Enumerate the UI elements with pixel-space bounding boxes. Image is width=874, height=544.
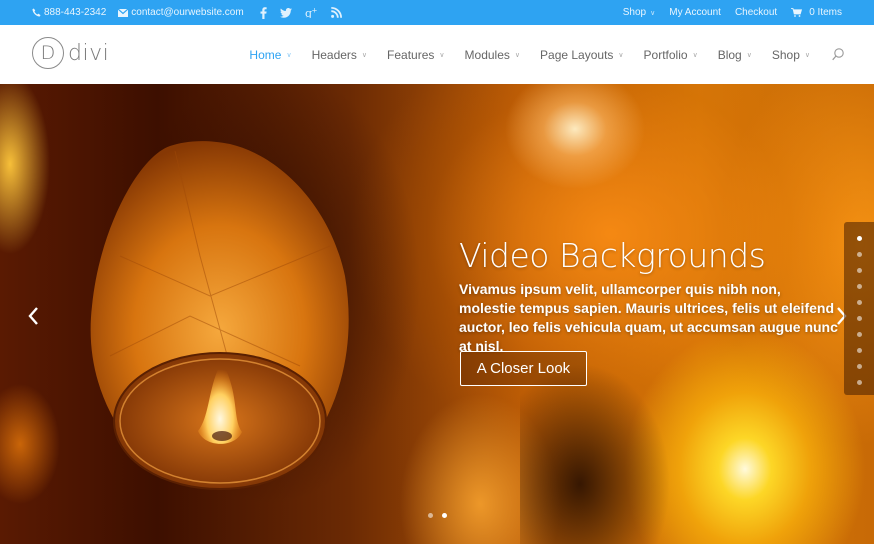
chevron-down-icon: ∨ xyxy=(618,51,624,59)
chevron-down-icon: ∨ xyxy=(692,51,698,59)
hero-slider: Video Backgrounds Vivamus ipsum velit, u… xyxy=(0,84,874,544)
phone-contact[interactable]: 888-443-2342 xyxy=(32,7,106,18)
previous-slide-arrow[interactable] xyxy=(27,306,41,326)
chevron-down-icon: ∨ xyxy=(650,9,656,17)
nav-item-features[interactable]: Features ∨ xyxy=(387,48,444,62)
section-nav-dot[interactable] xyxy=(857,284,862,289)
section-nav-dot[interactable] xyxy=(857,316,862,321)
svg-text:+: + xyxy=(311,7,317,15)
slide-bullet[interactable] xyxy=(428,513,433,518)
top-link-label: Checkout xyxy=(734,7,778,18)
section-nav-dot[interactable] xyxy=(857,300,862,305)
chevron-down-icon: ∨ xyxy=(361,51,368,59)
top-link-label: Shop xyxy=(622,7,647,18)
nav-label: Modules xyxy=(464,47,510,62)
logo-wordmark: divi xyxy=(68,40,110,66)
cart-link[interactable]: 0 Items xyxy=(791,7,842,18)
google-plus-icon[interactable]: g + xyxy=(305,7,318,18)
nav-item-blog[interactable]: Blog ∨ xyxy=(718,48,752,62)
nav-item-modules[interactable]: Modules ∨ xyxy=(465,48,520,62)
email-address: contact@ourwebsite.com xyxy=(131,7,244,18)
section-nav-dot[interactable] xyxy=(857,252,862,257)
search-icon[interactable] xyxy=(832,48,844,61)
facebook-icon[interactable] xyxy=(260,6,267,19)
nav-label: Page Layouts xyxy=(540,47,614,62)
site-logo[interactable]: D divi xyxy=(32,37,109,69)
slide-bullet[interactable] xyxy=(442,513,447,518)
chevron-down-icon: ∨ xyxy=(286,51,292,59)
slide-title: Video Backgrounds xyxy=(459,236,766,275)
top-bar: 888-443-2342 contact@ourwebsite.com g+ xyxy=(0,0,874,25)
twitter-icon[interactable] xyxy=(279,7,292,18)
closer-look-button[interactable]: A Closer Look xyxy=(460,351,587,386)
top-link-shop[interactable]: Shop ∨ xyxy=(623,7,655,18)
phone-number: 888-443-2342 xyxy=(44,7,107,18)
main-header: D divi Home ∨ Headers ∨ Features ∨ Modul… xyxy=(0,25,874,84)
nav-item-portfolio[interactable]: Portfolio ∨ xyxy=(644,48,698,62)
section-nav-dot[interactable] xyxy=(857,268,862,273)
section-nav-dot[interactable] xyxy=(857,364,862,369)
slide-description: Vivamus ipsum velit, ullamcorper quis ni… xyxy=(459,281,838,354)
chevron-down-icon: ∨ xyxy=(439,51,445,59)
cart-count: 0 Items xyxy=(809,7,842,18)
nav-label: Features xyxy=(387,47,435,62)
nav-label: Home xyxy=(249,47,282,62)
slider-pagination xyxy=(428,513,456,518)
envelope-icon xyxy=(118,8,129,17)
section-nav-dot[interactable] xyxy=(857,332,862,337)
lantern-image xyxy=(90,141,349,490)
chevron-down-icon: ∨ xyxy=(746,51,752,59)
section-nav-dot[interactable] xyxy=(857,380,862,385)
top-bar-left: 888-443-2342 contact@ourwebsite.com g + xyxy=(32,0,355,25)
rss-icon[interactable] xyxy=(330,7,342,18)
top-link-my-account[interactable]: My Account xyxy=(669,7,721,18)
section-nav-dot[interactable] xyxy=(857,236,862,241)
logo-mark: D xyxy=(32,37,64,69)
nav-label: Blog xyxy=(717,47,742,62)
nav-label: Shop xyxy=(771,47,800,62)
cart-icon xyxy=(791,8,803,17)
top-link-label: My Account xyxy=(669,7,721,18)
nav-item-shop[interactable]: Shop ∨ xyxy=(772,48,810,62)
social-links: g + xyxy=(260,6,355,19)
section-dot-navigation xyxy=(844,222,874,395)
nav-item-home[interactable]: Home ∨ xyxy=(249,48,291,62)
top-link-checkout[interactable]: Checkout xyxy=(735,7,777,18)
phone-icon xyxy=(32,8,41,17)
logo-letter: D xyxy=(40,42,56,64)
nav-item-page-layouts[interactable]: Page Layouts ∨ xyxy=(540,48,624,62)
nav-label: Headers xyxy=(311,47,357,62)
nav-label: Portfolio xyxy=(643,47,688,62)
section-nav-dot[interactable] xyxy=(857,348,862,353)
nav-item-headers[interactable]: Headers ∨ xyxy=(312,48,367,62)
main-nav: Home ∨ Headers ∨ Features ∨ Modules ∨ Pa… xyxy=(229,25,844,84)
email-contact[interactable]: contact@ourwebsite.com xyxy=(118,7,244,18)
chevron-down-icon: ∨ xyxy=(804,51,810,59)
chevron-down-icon: ∨ xyxy=(514,51,521,59)
top-bar-right: Shop ∨ My Account Checkout 0 Items xyxy=(609,0,842,25)
